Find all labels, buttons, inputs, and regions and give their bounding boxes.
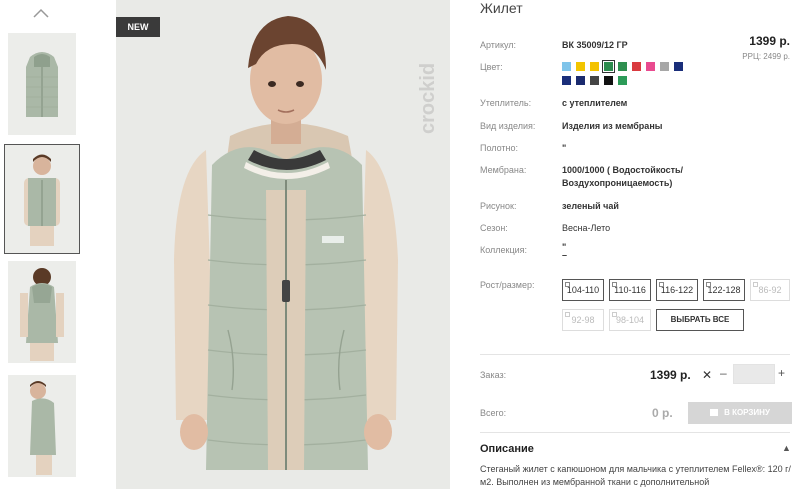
pattern-label: Рисунок: bbox=[480, 201, 517, 211]
checkbox-icon bbox=[565, 282, 570, 287]
size-label: Рост/размер: bbox=[480, 280, 535, 290]
product-type-value: Изделия из мембраны bbox=[562, 121, 663, 131]
pattern-value: зеленый чай bbox=[562, 201, 619, 211]
size-label-text: 98-104 bbox=[615, 315, 645, 325]
insulation-value: с утеплителем bbox=[562, 98, 628, 108]
thumbnail-boy-side[interactable] bbox=[8, 375, 76, 477]
season-label: Сезон: bbox=[480, 223, 508, 233]
insulation-label: Утеплитель: bbox=[480, 98, 532, 108]
membrane-label: Мембрана: bbox=[480, 165, 527, 175]
collection-label: Коллекция: bbox=[480, 245, 528, 255]
collection-value-line2: – bbox=[562, 250, 568, 260]
add-to-cart-label: В КОРЗИНУ bbox=[724, 408, 770, 417]
color-swatch[interactable] bbox=[618, 62, 627, 71]
color-swatch[interactable] bbox=[632, 62, 641, 71]
size-label-text: 110-116 bbox=[614, 285, 646, 295]
brand-logo: crockid bbox=[417, 63, 439, 134]
select-all-sizes-button[interactable]: ВЫБРАТЬ ВСЕ bbox=[656, 309, 744, 331]
color-swatch[interactable] bbox=[674, 62, 683, 71]
color-swatch[interactable] bbox=[576, 76, 585, 85]
season-value: Весна-Лето bbox=[562, 223, 611, 233]
checkbox-icon bbox=[706, 282, 711, 287]
article-value: ВК 35009/12 ГР bbox=[562, 40, 628, 50]
description-title[interactable]: Описание bbox=[480, 443, 534, 455]
membrane-value: 1000/1000 ( Водостойкость/ bbox=[562, 165, 684, 175]
fabric-label: Полотно: bbox=[480, 143, 519, 153]
checkbox-icon bbox=[753, 282, 758, 287]
rrp-price: РРЦ: 2499 р. bbox=[742, 52, 790, 61]
product-price: 1399 р. bbox=[749, 34, 790, 48]
main-product-photo[interactable] bbox=[116, 0, 450, 489]
product-title: Жилет bbox=[480, 0, 523, 16]
size-option-disabled: 98-104 bbox=[609, 309, 651, 331]
article-label: Артикул: bbox=[480, 40, 517, 50]
size-option[interactable]: 116-122 bbox=[656, 279, 698, 301]
checkbox-icon bbox=[612, 282, 617, 287]
size-option[interactable]: 110-116 bbox=[609, 279, 651, 301]
remove-order-button[interactable]: ✕ bbox=[702, 368, 712, 382]
quantity-input[interactable] bbox=[733, 364, 775, 384]
chevron-up-icon[interactable] bbox=[31, 6, 51, 20]
color-swatch[interactable] bbox=[562, 76, 571, 85]
color-swatch[interactable] bbox=[646, 62, 655, 71]
quantity-decrease-button[interactable]: – bbox=[720, 366, 727, 380]
total-label: Всего: bbox=[480, 408, 507, 418]
thumbnail-boy-back[interactable] bbox=[8, 261, 76, 363]
checkbox-icon bbox=[565, 312, 570, 317]
svg-text:crockid: crockid bbox=[417, 63, 439, 134]
thumbnail-boy-front[interactable] bbox=[4, 144, 80, 254]
divider bbox=[480, 432, 790, 433]
size-label-text: 86-92 bbox=[758, 285, 782, 295]
checkbox-icon bbox=[612, 312, 617, 317]
size-label-text: 122-128 bbox=[707, 285, 741, 295]
add-to-cart-button[interactable]: В КОРЗИНУ bbox=[688, 402, 792, 424]
color-swatch[interactable] bbox=[602, 60, 615, 73]
color-label: Цвет: bbox=[480, 62, 503, 72]
membrane-value-line2: Воздухопроницаемость) bbox=[562, 178, 673, 188]
color-swatch[interactable] bbox=[576, 62, 585, 71]
product-details-panel: Жилет Артикул: ВК 35009/12 ГР 1399 р. РР… bbox=[466, 0, 800, 489]
color-swatch[interactable] bbox=[590, 62, 599, 71]
new-badge: NEW bbox=[116, 17, 160, 37]
size-label-text: 116-122 bbox=[660, 285, 694, 295]
order-price: 1399 р. bbox=[650, 368, 691, 382]
color-swatch[interactable] bbox=[660, 62, 669, 71]
size-label-text: 104-110 bbox=[566, 285, 600, 295]
total-value: 0 р. bbox=[652, 406, 673, 420]
divider bbox=[480, 354, 790, 355]
color-swatch[interactable] bbox=[618, 76, 627, 85]
color-swatch[interactable] bbox=[562, 62, 571, 71]
checkbox-icon bbox=[659, 282, 664, 287]
order-label: Заказ: bbox=[480, 370, 507, 380]
color-swatch[interactable] bbox=[590, 76, 599, 85]
product-type-label: Вид изделия: bbox=[480, 121, 536, 131]
quantity-increase-button[interactable]: + bbox=[778, 366, 785, 380]
size-label-text: 92-98 bbox=[571, 315, 595, 325]
size-option-disabled: 92-98 bbox=[562, 309, 604, 331]
size-option[interactable]: 104-110 bbox=[562, 279, 604, 301]
description-text: Стеганый жилет с капюшоном для мальчика … bbox=[480, 464, 791, 487]
color-swatch[interactable] bbox=[604, 76, 613, 85]
fabric-value: " bbox=[562, 143, 567, 153]
thumbnail-column bbox=[0, 0, 84, 489]
cart-icon bbox=[710, 409, 719, 416]
thumbnail-vest-front[interactable] bbox=[8, 33, 76, 135]
chevron-up-icon[interactable]: ▲ bbox=[782, 443, 791, 453]
size-option[interactable]: 122-128 bbox=[703, 279, 745, 301]
size-option-disabled: 86-92 bbox=[750, 279, 790, 301]
